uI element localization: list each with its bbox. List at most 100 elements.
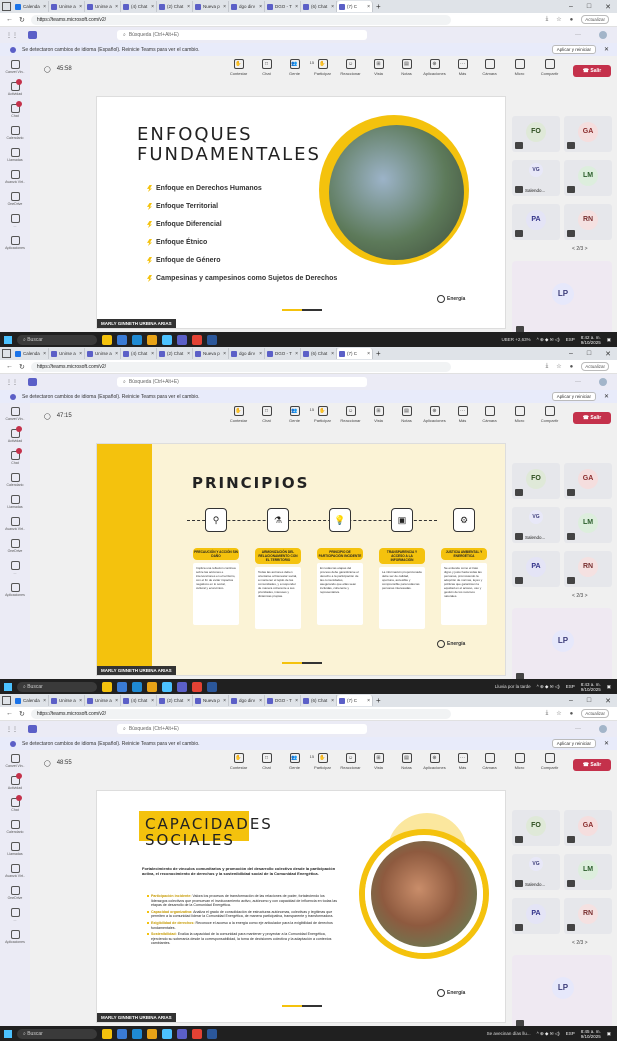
chrome-icon[interactable] bbox=[192, 334, 202, 345]
rail-item[interactable]: OneDrive bbox=[0, 188, 30, 210]
language-indicator[interactable]: ESP bbox=[566, 337, 575, 342]
widgets-icon[interactable] bbox=[102, 1028, 112, 1039]
toolbar-notes-button[interactable]: ▤ Notas bbox=[394, 406, 419, 423]
tab-close-icon[interactable]: × bbox=[259, 351, 262, 357]
tab-close-icon[interactable]: × bbox=[259, 4, 262, 10]
browser-tab[interactable]: Nueva p × bbox=[193, 348, 229, 359]
window-menu-icon[interactable] bbox=[2, 349, 11, 358]
profile-icon[interactable]: ● bbox=[570, 364, 574, 370]
browser-tab[interactable]: (2) Chat × bbox=[157, 695, 193, 706]
rail-item[interactable]: Llamadas bbox=[0, 144, 30, 166]
gallery-pager[interactable]: < 2/3 > bbox=[572, 940, 588, 946]
rail-item[interactable]: Canvet Vin.. bbox=[0, 750, 30, 772]
more-options-icon[interactable]: ··· bbox=[575, 379, 599, 385]
tab-close-icon[interactable]: × bbox=[151, 351, 154, 357]
rail-item[interactable]: Chat bbox=[0, 447, 30, 469]
maximize-icon[interactable]: □ bbox=[587, 3, 591, 11]
url-field[interactable]: https://teams.microsoft.com/v2/ bbox=[30, 708, 451, 719]
notification-icon[interactable]: ▣ bbox=[607, 337, 611, 343]
toolbar-apps-button[interactable]: ⊕ Aplicaciones bbox=[422, 406, 447, 423]
minimize-icon[interactable]: – bbox=[569, 350, 573, 358]
download-icon[interactable]: ⤓ bbox=[546, 16, 549, 23]
tab-close-icon[interactable]: × bbox=[367, 4, 370, 10]
task-view-icon[interactable] bbox=[117, 1028, 127, 1039]
taskbar-search[interactable]: ⌕ Buscar bbox=[17, 334, 97, 345]
browser-tab[interactable]: dgo dirv × bbox=[229, 1, 265, 12]
toolbar-chat-button[interactable]: □ Chat bbox=[254, 59, 279, 76]
store-icon[interactable] bbox=[162, 1028, 172, 1039]
rail-item[interactable]: Calendario bbox=[0, 816, 30, 838]
participant-tile[interactable]: RN bbox=[564, 551, 612, 587]
participant-tile[interactable]: FO bbox=[512, 810, 560, 846]
tab-close-icon[interactable]: × bbox=[187, 351, 190, 357]
toolbar-reply-button[interactable]: ✋ Contestar bbox=[226, 406, 251, 423]
profile-icon[interactable]: ● bbox=[570, 711, 574, 717]
tab-close-icon[interactable]: × bbox=[295, 351, 298, 357]
tab-close-icon[interactable]: × bbox=[151, 4, 154, 10]
tab-close-icon[interactable]: × bbox=[295, 698, 298, 704]
rail-item[interactable]: Aplicaciones bbox=[0, 926, 30, 948]
close-banner-icon[interactable]: ✕ bbox=[604, 740, 609, 747]
teams-taskbar-icon[interactable] bbox=[177, 334, 187, 345]
browser-tab[interactable]: (6) Chat × bbox=[301, 348, 337, 359]
clock[interactable]: 8:43 a. m. 9/10/2025 bbox=[581, 682, 601, 692]
tab-close-icon[interactable]: × bbox=[187, 4, 190, 10]
large-participant-tile[interactable]: LP bbox=[512, 608, 612, 684]
update-button[interactable]: Actualizar bbox=[581, 709, 609, 718]
gallery-pager[interactable]: < 2/3 > bbox=[572, 246, 588, 252]
app-launcher-icon[interactable]: ⋮⋮ bbox=[6, 726, 18, 733]
weather-text[interactable]: Se avecinan días llu... bbox=[487, 1031, 531, 1036]
toolbar-people-button[interactable]: 👥 15 Gente bbox=[282, 406, 314, 423]
avatar[interactable] bbox=[599, 31, 607, 39]
store-icon[interactable] bbox=[162, 681, 172, 692]
toolbar-view-button[interactable]: ⊞ Vista bbox=[366, 753, 391, 770]
language-indicator[interactable]: ESP bbox=[566, 1031, 575, 1036]
back-icon[interactable]: ← bbox=[6, 363, 13, 370]
notification-icon[interactable]: ▣ bbox=[607, 1031, 611, 1037]
minimize-icon[interactable]: – bbox=[569, 697, 573, 705]
file-explorer-icon[interactable] bbox=[147, 681, 157, 692]
url-field[interactable]: https://teams.microsoft.com/v2/ bbox=[30, 14, 451, 25]
clock[interactable]: 8:45 a. m. 9/10/2025 bbox=[581, 1029, 601, 1039]
participant-tile[interactable]: VG Salendo... bbox=[512, 160, 560, 196]
rail-item[interactable]: Aplicaciones bbox=[0, 579, 30, 601]
windows-start-icon[interactable] bbox=[4, 1029, 12, 1038]
browser-tab[interactable]: Calenda × bbox=[13, 695, 49, 706]
tab-close-icon[interactable]: × bbox=[79, 351, 82, 357]
taskbar-search[interactable]: ⌕ Buscar bbox=[17, 1028, 97, 1039]
toolbar-apps-button[interactable]: ⊕ Aplicaciones bbox=[422, 59, 447, 76]
tab-close-icon[interactable]: × bbox=[115, 351, 118, 357]
browser-tab[interactable]: (2) Chat × bbox=[157, 348, 193, 359]
participant-tile[interactable]: GA bbox=[564, 116, 612, 152]
browser-tab[interactable]: Unirse a × bbox=[49, 695, 85, 706]
toolbar-react-button[interactable]: ☺ Reaccionar bbox=[338, 406, 363, 423]
mic-button[interactable]: Micro bbox=[507, 59, 532, 76]
toolbar-notes-button[interactable]: ▤ Notas bbox=[394, 753, 419, 770]
toolbar-react-button[interactable]: ☺ Reaccionar bbox=[338, 753, 363, 770]
share-button[interactable]: Compartir bbox=[537, 406, 562, 423]
teams-taskbar-icon[interactable] bbox=[177, 681, 187, 692]
tab-close-icon[interactable]: × bbox=[367, 698, 370, 704]
widgets-icon[interactable] bbox=[102, 334, 112, 345]
mic-button[interactable]: Micro bbox=[507, 753, 532, 770]
tab-close-icon[interactable]: × bbox=[331, 698, 334, 704]
tray-icons[interactable]: ^ ⊕ ◆ ✉ ◁) bbox=[537, 684, 560, 690]
file-explorer-icon[interactable] bbox=[147, 334, 157, 345]
browser-tab[interactable]: Unirse a × bbox=[49, 348, 85, 359]
rail-item[interactable]: Actividad bbox=[0, 78, 30, 100]
search-input[interactable]: ⌕ Búsqueda (Ctrl+Alt+E) bbox=[117, 30, 367, 40]
rail-item[interactable]: ... bbox=[0, 557, 30, 579]
leave-button[interactable]: ☎ Salir bbox=[573, 759, 611, 771]
reload-icon[interactable]: ↻ bbox=[19, 710, 25, 718]
tab-close-icon[interactable]: × bbox=[331, 351, 334, 357]
camera-button[interactable]: Cámara bbox=[477, 753, 502, 770]
maximize-icon[interactable]: □ bbox=[587, 350, 591, 358]
leave-button[interactable]: ☎ Salir bbox=[573, 65, 611, 77]
reload-icon[interactable]: ↻ bbox=[19, 363, 25, 371]
tab-close-icon[interactable]: × bbox=[223, 4, 226, 10]
more-options-icon[interactable]: ··· bbox=[575, 726, 599, 732]
participant-tile[interactable]: FO bbox=[512, 463, 560, 499]
close-banner-icon[interactable]: ✕ bbox=[604, 393, 609, 400]
tab-close-icon[interactable]: × bbox=[187, 698, 190, 704]
browser-tab[interactable]: (4) Chat × bbox=[121, 695, 157, 706]
